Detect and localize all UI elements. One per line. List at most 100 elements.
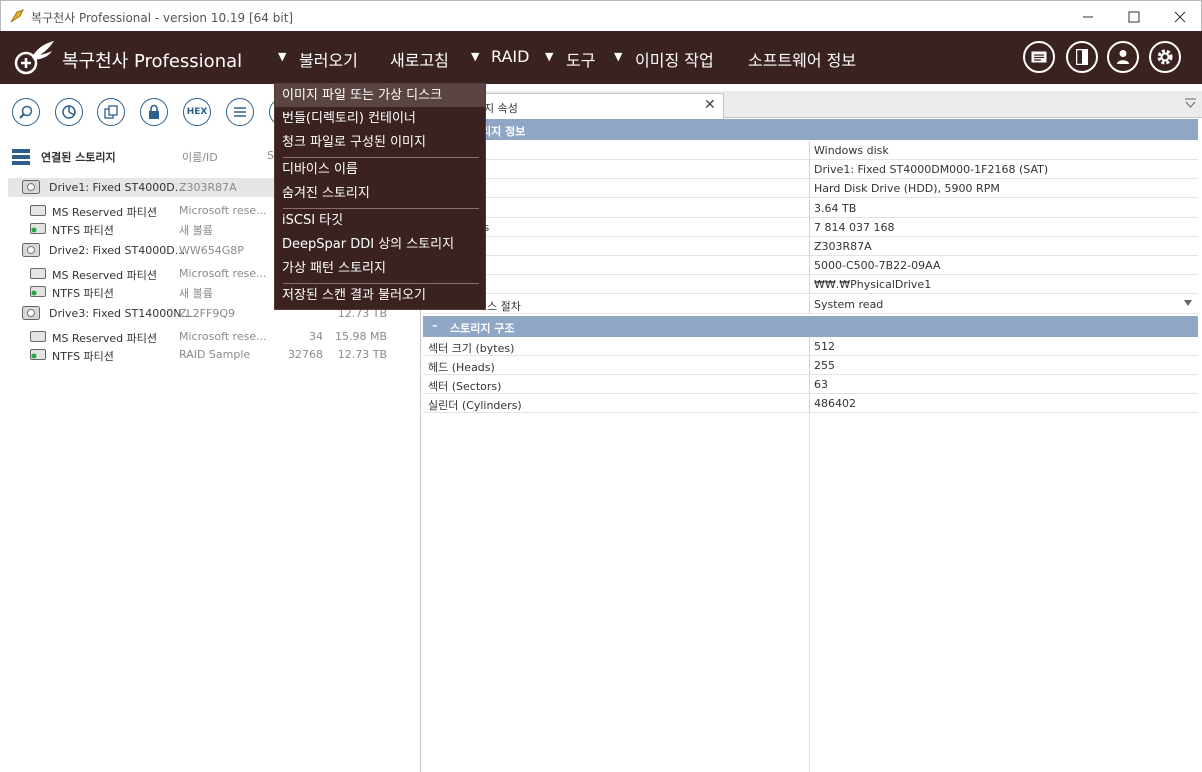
dd-item-hidden-storage[interactable]: 숨겨진 스토리지 [275,182,485,205]
property-row[interactable]: 섹터 (Sectors) 63 [423,375,1198,394]
dd-item-virtual-pattern[interactable]: 가상 패턴 스토리지 [275,257,485,280]
tree-row-name: ZL2FF9Q9 [179,307,235,320]
lock-icon [147,104,161,120]
tree-header-s-col[interactable]: S [267,149,274,162]
property-value: Windows disk [814,144,889,157]
property-row[interactable]: Z303R87A [423,237,1198,256]
menu-about[interactable]: 소프트웨어 정보 [748,47,856,71]
property-value: 255 [814,359,835,372]
dd-item-device-name[interactable]: 디바이스 이름 [275,158,485,181]
property-row[interactable]: 섹터 크기 (bytes) 512 [423,337,1198,356]
partition-icon [30,331,46,342]
partition-icon [30,205,46,216]
property-row[interactable]: Drive1: Fixed ST4000DM000-1F2168 (SAT) [423,160,1198,179]
menu-raid[interactable]: RAID [491,47,529,66]
property-value: Z303R87A [814,240,872,253]
tree-header-title: 연결된 스토리지 [41,151,116,164]
dropdown-arrow-icon[interactable] [1184,300,1192,306]
title-bar: 복구천사 Professional - version 10.19 [64 bi… [0,0,1202,31]
property-row[interactable]: Hard Disk Drive (HDD), 5900 RPM [423,179,1198,198]
property-value: 63 [814,378,828,391]
dd-item-deepspar[interactable]: DeepSpar DDI 상의 스토리지 [275,233,485,256]
section-title: 스토리지 구조 [450,322,515,335]
load-dropdown-menu: 이미지 파일 또는 가상 디스크 번들(디렉토리) 컨테이너 청크 파일로 구성… [274,83,486,310]
property-row-access-method[interactable]: 스 절차 System read [423,295,1198,314]
tab-list-icon[interactable] [1185,98,1196,108]
property-value: 7 814 037 168 [814,221,895,234]
property-value: 3.64 TB [814,202,857,215]
tree-row-label: NTFS 파티션 [52,224,114,237]
menu-tools[interactable]: 도구 [566,47,595,71]
tree-row-sector: 32768 [288,348,323,361]
tree-row-partition[interactable]: MS Reserved 파티션 Microsoft rese... 34 15.… [8,327,412,346]
property-row[interactable]: ₩₩.₩PhysicalDrive1 [423,275,1198,294]
list-tool-button[interactable] [226,98,254,126]
log-icon [1031,51,1047,63]
property-value: 486402 [814,397,856,410]
settings-button[interactable] [1149,41,1181,73]
hard-drive-icon [22,306,40,320]
property-row[interactable]: 5000-C500-7B22-09AA [423,256,1198,275]
section-storage-info[interactable]: 리지 정보 [423,119,1198,140]
tree-row-name: Microsoft rese... [179,204,267,217]
partition-tool-button[interactable] [55,98,83,126]
hex-tool-button[interactable]: HEX [183,98,211,126]
menu-imaging[interactable]: 이미징 작업 [635,47,714,71]
settings-icon [1156,48,1174,66]
tree-header-name-col[interactable]: 이름/ID [182,149,218,165]
panel-toggle-button[interactable] [1066,41,1098,73]
tree-row-size: 15.98 MB [334,330,387,343]
lock-tool-button[interactable] [140,98,168,126]
search-tool-button[interactable] [12,98,40,126]
tree-row-label: NTFS 파티션 [52,287,114,300]
property-row[interactable]: rs7 814 037 168 [423,218,1198,237]
tree-row-label: MS Reserved 파티션 [52,206,158,219]
log-button[interactable] [1023,41,1055,73]
dd-item-image-file[interactable]: 이미지 파일 또는 가상 디스크 [275,84,485,107]
chevron-down-icon: ▼ [278,50,287,63]
section-title: 리지 정보 [481,125,526,138]
dd-item-bundle-container[interactable]: 번들(디렉토리) 컨테이너 [275,107,485,130]
menu-refresh[interactable]: 새로고침 [390,47,449,71]
window-title: 복구천사 Professional - version 10.19 [64 bi… [31,11,294,25]
property-row[interactable]: 3.64 TB [423,199,1198,218]
column-divider [809,413,810,772]
close-window-button[interactable] [1157,1,1202,32]
user-button[interactable] [1107,41,1139,73]
maximize-button[interactable] [1111,1,1157,32]
dd-item-load-scan[interactable]: 저장된 스캔 결과 불러오기 [275,284,485,307]
angel-logo-icon [14,39,56,75]
section-storage-structure[interactable]: – 스토리지 구조 [423,316,1198,337]
property-value: 5000-C500-7B22-09AA [814,259,941,272]
property-key: 섹터 크기 (bytes) [428,342,515,355]
chevron-down-icon: ▼ [471,50,480,63]
property-row[interactable]: 헤드 (Heads) 255 [423,356,1198,375]
hard-drive-icon [22,180,40,194]
ntfs-partition-icon [30,286,46,297]
magnifier-icon [18,104,34,120]
property-value: 512 [814,340,835,353]
copy-tool-button[interactable] [97,98,125,126]
main-menu-bar: 복구천사 Professional ▼ 불러오기 새로고침 ▼ RAID ▼ 도… [0,31,1202,84]
access-method-select[interactable]: System read [814,298,883,311]
menu-load[interactable]: 불러오기 [299,47,358,71]
tree-row-name: Z303R87A [179,181,237,194]
minimize-button[interactable] [1065,1,1111,32]
collapse-icon[interactable]: – [432,319,438,332]
tree-row-name: WW654G8P [179,244,244,257]
ntfs-partition-icon [30,223,46,234]
dd-item-chunk-image[interactable]: 청크 파일로 구성된 이미지 [275,131,485,154]
files-icon [103,104,119,120]
tree-row-label: NTFS 파티션 [52,350,114,363]
tree-row-name: 새 볼륨 [179,287,213,300]
dd-item-iscsi-target[interactable]: iSCSI 타깃 [275,209,485,232]
user-icon [1116,49,1130,65]
brand-title: 복구천사 Professional [62,51,243,72]
close-icon[interactable]: ✕ [704,97,716,113]
tree-row-label: MS Reserved 파티션 [52,332,158,345]
list-icon [233,106,247,118]
property-row[interactable]: 실린더 (Cylinders) 486402 [423,394,1198,413]
property-row[interactable]: Windows disk [423,141,1198,160]
tree-row-ntfs[interactable]: NTFS 파티션 RAID Sample 32768 12.73 TB [8,345,412,364]
property-key: 섹터 (Sectors) [428,380,502,393]
